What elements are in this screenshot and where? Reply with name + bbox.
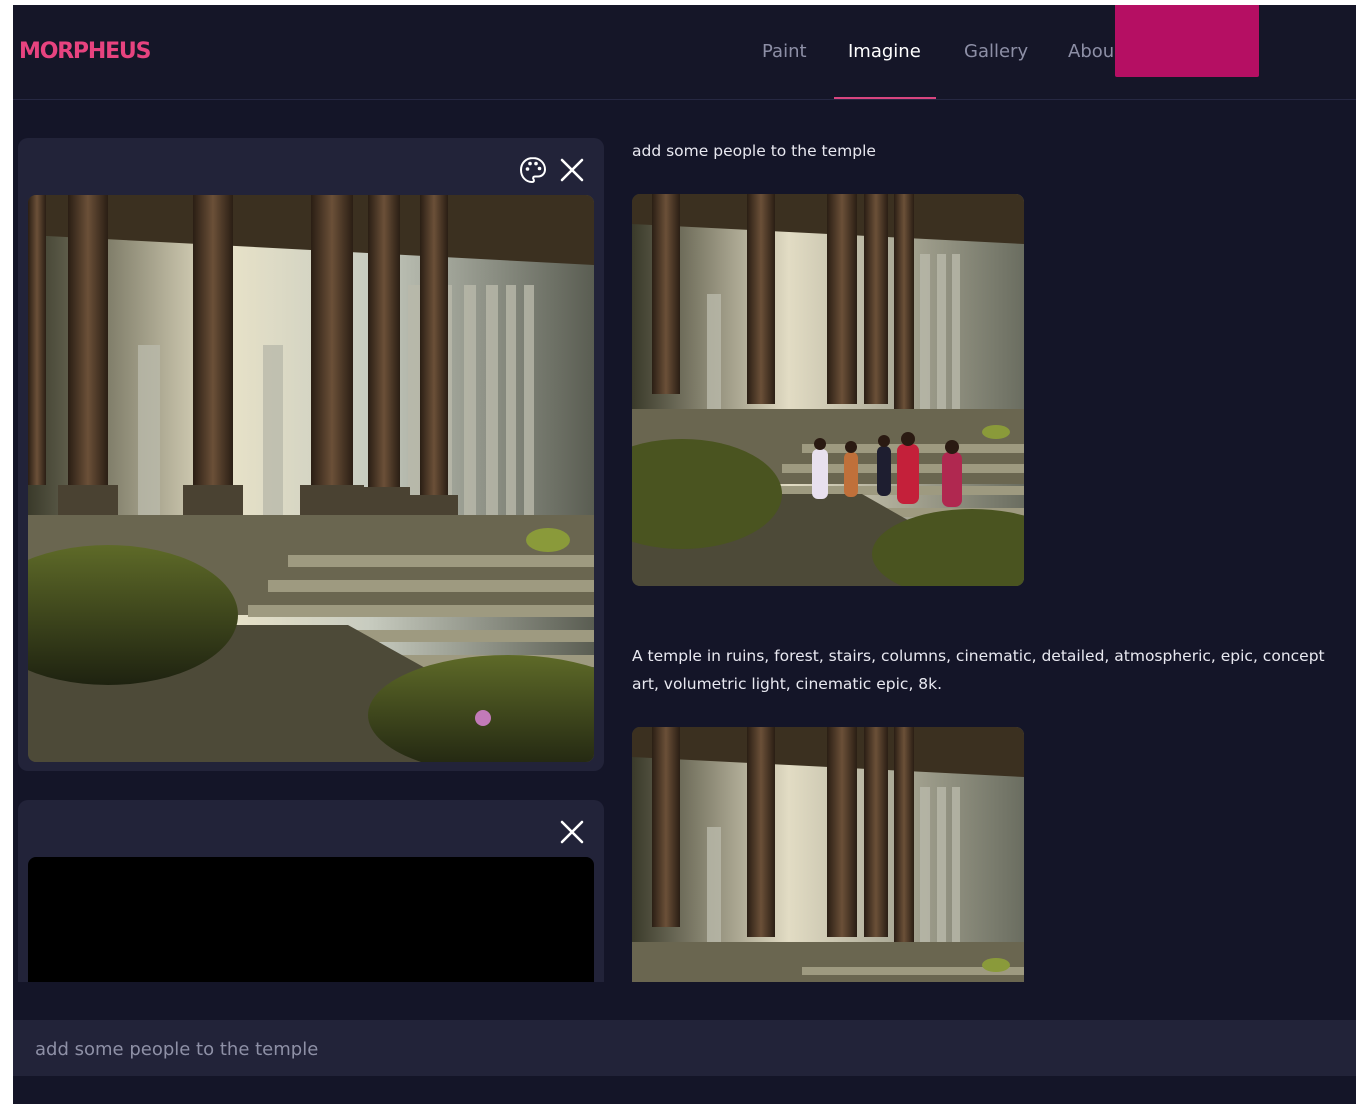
image-card xyxy=(18,138,604,771)
black-canvas-image[interactable] xyxy=(28,857,594,982)
nav-item-paint[interactable]: Paint xyxy=(762,41,807,62)
palette-icon[interactable] xyxy=(518,155,548,185)
result-prompt: add some people to the temple xyxy=(632,142,876,160)
active-tab-indicator xyxy=(834,97,936,99)
result-prompt: A temple in ruins, forest, stairs, colum… xyxy=(632,647,1325,693)
screen-border-right xyxy=(1356,0,1365,1104)
image-card xyxy=(18,800,604,982)
nav-item-gallery[interactable]: Gallery xyxy=(964,41,1028,62)
nav-item-about[interactable]: Abou xyxy=(1068,41,1114,62)
temple-image[interactable] xyxy=(28,195,594,762)
close-icon[interactable] xyxy=(557,817,587,847)
prompt-input[interactable] xyxy=(33,1032,1337,1066)
prompt-input-bar xyxy=(13,1020,1356,1076)
result-image[interactable] xyxy=(632,194,1024,586)
nav-item-imagine[interactable]: Imagine xyxy=(848,41,921,62)
app-logo[interactable]: MORPHEUS xyxy=(19,39,151,64)
navbar: MORPHEUS Paint Imagine Gallery Abou xyxy=(13,5,1356,100)
result-image[interactable] xyxy=(632,727,1024,982)
screen-border-left xyxy=(0,0,13,1104)
close-icon[interactable] xyxy=(557,155,587,185)
nav-login-button[interactable] xyxy=(1115,5,1259,77)
